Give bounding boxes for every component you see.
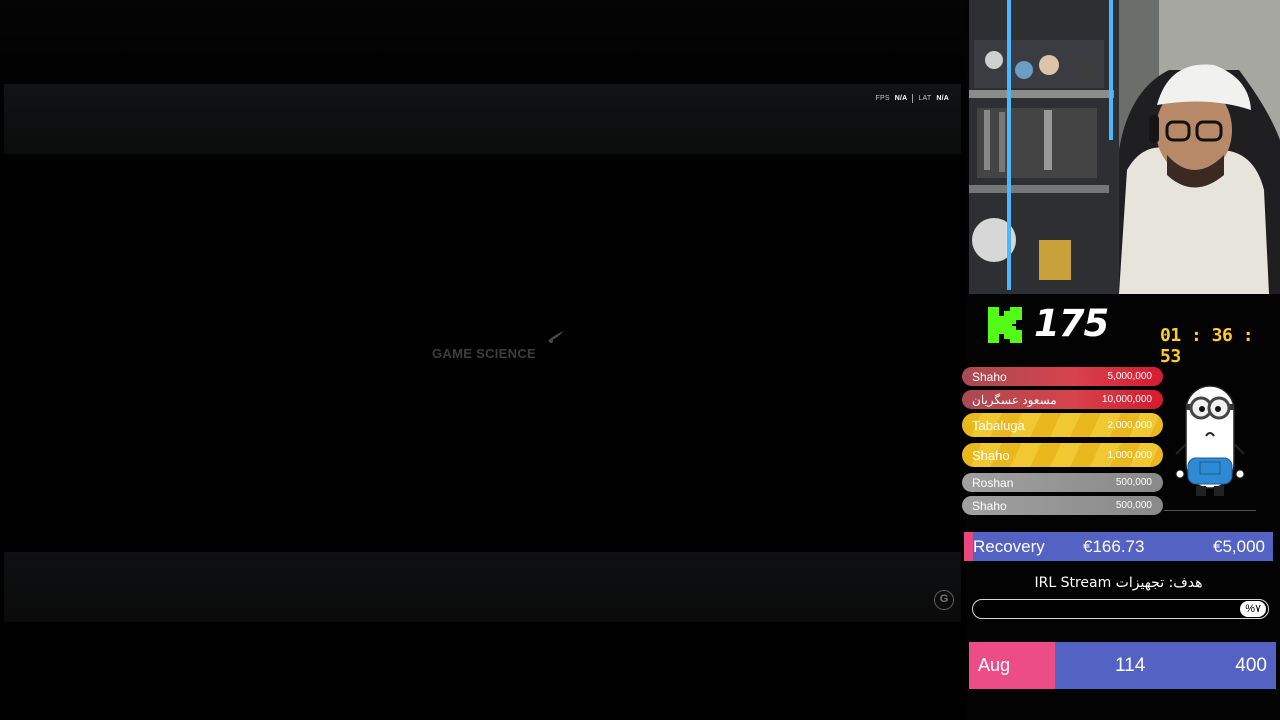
month-label: Aug <box>969 642 1055 689</box>
donation-amount: 500,000 <box>1115 477 1152 488</box>
donation-row: Shaho 1,000,000 <box>962 443 1163 467</box>
game-bottom-band <box>4 552 961 622</box>
game-logo-text: GAME SCIENCE <box>432 346 537 361</box>
goal-percent: %۷ <box>1240 601 1266 617</box>
lat-label: LAT <box>918 95 932 102</box>
goal-title: هدف: تجهیزات IRL Stream <box>1034 575 1203 591</box>
donation-amount: 1,000,000 <box>1107 449 1153 461</box>
donation-row: Shaho 500,000 <box>962 496 1163 515</box>
performance-overlay: FPS N/A LAT N/A <box>876 94 949 103</box>
donor-name: Tabaluga <box>972 417 1025 433</box>
donor-name: Roshan <box>972 475 1014 490</box>
stream-layout: FPS N/A LAT N/A GAME SCIENCE G 175 01: … <box>0 0 1280 720</box>
monthly-target: 400 <box>1235 654 1267 676</box>
donation-amount: 500,000 <box>1115 500 1152 511</box>
donation-row: Shaho 5,000,000 <box>962 367 1163 386</box>
game-top-band: FPS N/A LAT N/A <box>4 84 961 154</box>
stream-timer: 01 : 36 : 53 <box>1160 325 1254 367</box>
monthly-goal: Aug 114 400 <box>969 642 1276 689</box>
recovery-target: €5,000 <box>1213 536 1265 556</box>
game-capture: FPS N/A LAT N/A GAME SCIENCE G <box>0 0 966 720</box>
donor-name: Shaho <box>972 498 1007 513</box>
fps-value: N/A <box>894 95 908 102</box>
fps-label: FPS <box>875 95 890 102</box>
recovery-accent <box>964 532 973 561</box>
divider <box>1164 510 1256 511</box>
donor-name: Shaho <box>972 447 1010 463</box>
minion-mascot <box>1175 385 1245 496</box>
donor-name: Shaho <box>972 369 1007 384</box>
donation-amount: 10,000,000 <box>1101 394 1152 405</box>
donation-row: Roshan 500,000 <box>962 473 1163 492</box>
webcam-feed <box>969 0 1280 294</box>
donation-amount: 5,000,000 <box>1107 371 1153 382</box>
donor-name: مسعود عسگریان <box>972 392 1057 407</box>
donation-row: Tabaluga 2,000,000 <box>962 413 1163 437</box>
kick-logo-icon <box>988 307 1022 343</box>
recovery-current: €166.73 <box>1083 536 1145 556</box>
overlay-divider <box>912 94 914 103</box>
monthly-current: 114 <box>1115 654 1146 676</box>
donation-amount: 2,000,000 <box>1107 419 1153 431</box>
donation-row: مسعود عسگریان 10,000,000 <box>962 390 1163 409</box>
viewer-count: 175 <box>1034 302 1109 345</box>
feather-icon <box>548 331 564 343</box>
goal-progress-bar: %۷ <box>972 599 1269 619</box>
lat-value: N/A <box>936 95 949 102</box>
game-science-logo: GAME SCIENCE <box>432 326 572 366</box>
monthly-values: 114 400 <box>1055 642 1276 689</box>
recovery-label: Recovery <box>973 536 1045 556</box>
g-circle-button[interactable]: G <box>934 590 954 610</box>
recovery-bar: Recovery €166.73 €5,000 <box>964 532 1273 561</box>
